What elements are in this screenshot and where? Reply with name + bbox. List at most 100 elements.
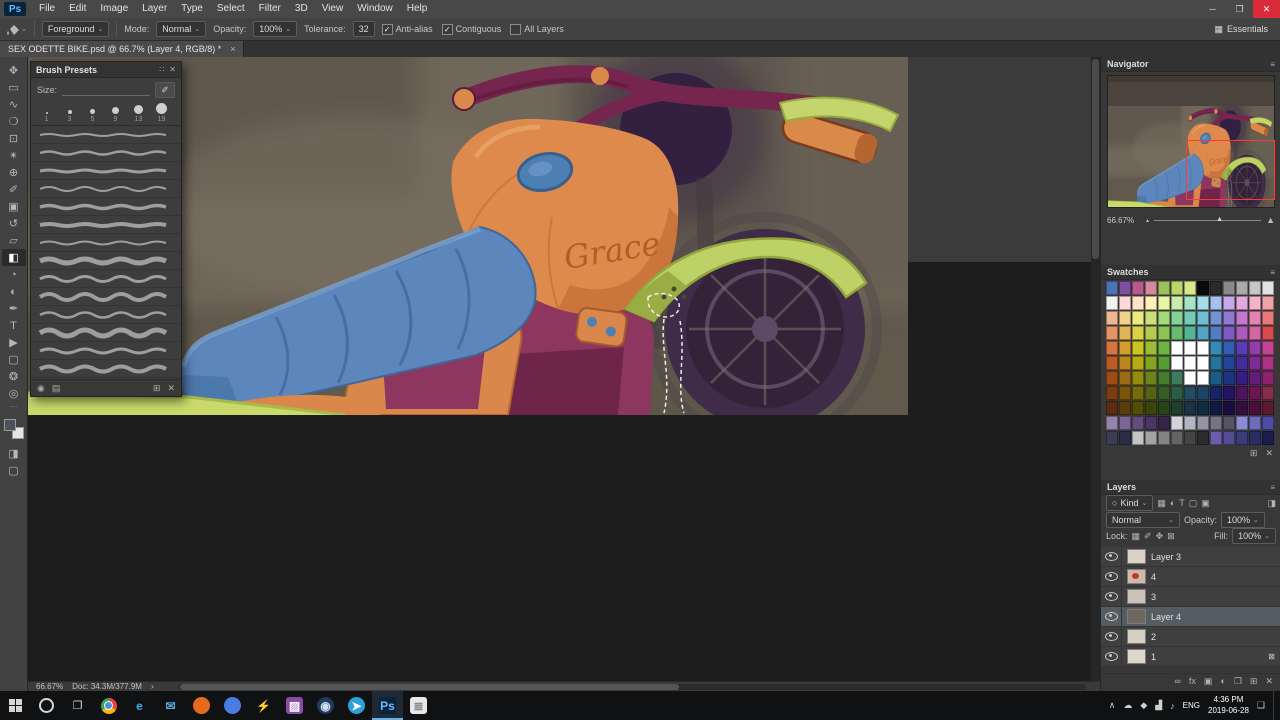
checkbox-contiguous[interactable]: ✓Contiguous bbox=[442, 24, 502, 35]
brush-preset-item[interactable] bbox=[31, 216, 181, 234]
color-swatch[interactable] bbox=[1171, 416, 1183, 430]
color-swatch[interactable] bbox=[1249, 431, 1261, 445]
color-swatch[interactable] bbox=[1210, 341, 1222, 355]
panel-close-icon[interactable]: ✕ bbox=[169, 65, 176, 74]
brush-tip[interactable]: 19 bbox=[150, 103, 173, 123]
brush-preset-item[interactable] bbox=[31, 288, 181, 306]
color-swatch[interactable] bbox=[1210, 311, 1222, 325]
more-tools-dots[interactable]: ⋯ bbox=[10, 402, 18, 412]
foreground-color-chip[interactable] bbox=[4, 419, 16, 431]
mail-icon[interactable]: ✉ bbox=[155, 691, 186, 720]
color-swatch[interactable] bbox=[1197, 386, 1209, 400]
menu-edit[interactable]: Edit bbox=[62, 0, 93, 18]
color-swatch[interactable] bbox=[1210, 326, 1222, 340]
network-icon[interactable]: ▟ bbox=[1155, 700, 1162, 711]
layer-mask-button[interactable]: ▣ bbox=[1204, 676, 1213, 687]
color-swatch[interactable] bbox=[1184, 326, 1196, 340]
brush-preset-item[interactable] bbox=[31, 126, 181, 144]
swatches-header[interactable]: Swatches ≡ bbox=[1101, 265, 1280, 280]
eraser-tool[interactable]: ▱ bbox=[2, 232, 26, 249]
color-swatch[interactable] bbox=[1132, 401, 1144, 415]
color-swatch[interactable] bbox=[1184, 356, 1196, 370]
layer-group-button[interactable]: ❐ bbox=[1234, 676, 1242, 687]
color-swatch[interactable] bbox=[1223, 401, 1235, 415]
color-swatch[interactable] bbox=[1171, 356, 1183, 370]
visibility-toggle[interactable] bbox=[1101, 547, 1122, 566]
color-swatch[interactable] bbox=[1158, 386, 1170, 400]
color-swatch[interactable] bbox=[1262, 296, 1274, 310]
filter-toggle-icon[interactable]: ◨ bbox=[1267, 498, 1276, 509]
move-tool[interactable]: ✥ bbox=[2, 62, 26, 79]
notepad-icon[interactable]: ≣ bbox=[403, 691, 434, 720]
brush-tip[interactable]: 3 bbox=[58, 110, 81, 123]
layers-header[interactable]: Layers ≡ bbox=[1101, 480, 1280, 495]
visibility-toggle[interactable] bbox=[1101, 627, 1122, 646]
hand-tool[interactable]: ❂ bbox=[2, 368, 26, 385]
filter-shape-icon[interactable]: ▢ bbox=[1189, 498, 1198, 509]
brush-tip[interactable]: 13 bbox=[127, 105, 150, 123]
layer-row[interactable]: 1⊠ bbox=[1101, 647, 1280, 667]
color-swatch[interactable] bbox=[1184, 386, 1196, 400]
color-swatch[interactable] bbox=[1171, 311, 1183, 325]
steam-icon[interactable]: ◉ bbox=[310, 691, 341, 720]
zoom-out-icon[interactable]: ▴ bbox=[1146, 217, 1149, 224]
type-tool[interactable]: T bbox=[2, 317, 26, 334]
brush-preset-item[interactable] bbox=[31, 198, 181, 216]
color-swatch[interactable] bbox=[1249, 386, 1261, 400]
adjustment-layer-button[interactable]: ◐ bbox=[1220, 676, 1225, 686]
edge-icon[interactable]: e bbox=[124, 691, 155, 720]
menu-filter[interactable]: Filter bbox=[252, 0, 288, 18]
volume-icon[interactable]: ♪ bbox=[1170, 701, 1175, 711]
color-swatch[interactable] bbox=[1236, 296, 1248, 310]
close-button[interactable]: ✕ bbox=[1253, 0, 1280, 18]
color-swatch[interactable] bbox=[1158, 416, 1170, 430]
color-swatch[interactable] bbox=[1158, 356, 1170, 370]
color-swatch[interactable] bbox=[1171, 281, 1183, 295]
brush-preset-item[interactable] bbox=[31, 162, 181, 180]
layer-row[interactable]: 3 bbox=[1101, 587, 1280, 607]
color-swatch[interactable] bbox=[1145, 431, 1157, 445]
color-swatch[interactable] bbox=[1197, 431, 1209, 445]
flash-icon[interactable]: ⚡ bbox=[248, 691, 279, 720]
color-swatch[interactable] bbox=[1197, 356, 1209, 370]
color-swatch[interactable] bbox=[1132, 371, 1144, 385]
color-swatch[interactable] bbox=[1119, 371, 1131, 385]
color-swatch[interactable] bbox=[1145, 386, 1157, 400]
color-swatch[interactable] bbox=[1262, 326, 1274, 340]
delete-brush-button[interactable]: ✕ bbox=[167, 383, 175, 394]
color-swatch[interactable] bbox=[1119, 341, 1131, 355]
color-swatch[interactable] bbox=[1158, 431, 1170, 445]
color-swatch[interactable] bbox=[1210, 401, 1222, 415]
document-tab[interactable]: SEX ODETTE BIKE.psd @ 66.7% (Layer 4, RG… bbox=[0, 41, 244, 57]
paint-bucket-icon[interactable]: ⌄ bbox=[6, 23, 27, 36]
security-icon[interactable]: ◆ bbox=[1140, 700, 1147, 711]
delete-swatch-button[interactable]: ✕ bbox=[1265, 448, 1273, 459]
color-swatch[interactable] bbox=[1145, 356, 1157, 370]
vertical-scrollbar[interactable] bbox=[1091, 57, 1100, 681]
layer-effects-button[interactable]: fx bbox=[1189, 676, 1196, 686]
clock[interactable]: 4:36 PM2019-06-28 bbox=[1208, 695, 1249, 716]
color-swatch[interactable] bbox=[1171, 296, 1183, 310]
filter-type-icon[interactable]: T bbox=[1179, 498, 1185, 509]
status-arrow-icon[interactable]: › bbox=[151, 682, 154, 691]
color-swatch[interactable] bbox=[1106, 356, 1118, 370]
checkbox-box[interactable] bbox=[510, 24, 521, 35]
color-swatch[interactable] bbox=[1249, 356, 1261, 370]
color-swatch[interactable] bbox=[1236, 371, 1248, 385]
pen-tool[interactable]: ✒ bbox=[2, 300, 26, 317]
color-swatch[interactable] bbox=[1249, 341, 1261, 355]
screen-mode-button[interactable]: ▢ bbox=[2, 462, 26, 479]
start-button[interactable] bbox=[0, 691, 31, 720]
filter-adjustment-icon[interactable]: ◐ bbox=[1170, 498, 1175, 509]
paint-bucket-tool[interactable]: ◧ bbox=[2, 249, 26, 266]
checkbox-anti-alias[interactable]: ✓Anti-alias bbox=[382, 24, 433, 35]
brush-tip[interactable]: 5 bbox=[81, 109, 104, 123]
lasso-tool[interactable]: ∿ bbox=[2, 96, 26, 113]
healing-brush-tool[interactable]: ⊕ bbox=[2, 164, 26, 181]
color-swatch[interactable] bbox=[1106, 386, 1118, 400]
color-swatch[interactable] bbox=[1132, 356, 1144, 370]
color-swatch[interactable] bbox=[1249, 281, 1261, 295]
chrome-icon[interactable] bbox=[93, 691, 124, 720]
color-swatch[interactable] bbox=[1145, 341, 1157, 355]
fill-dropdown[interactable]: 100%⌄ bbox=[1232, 528, 1276, 544]
